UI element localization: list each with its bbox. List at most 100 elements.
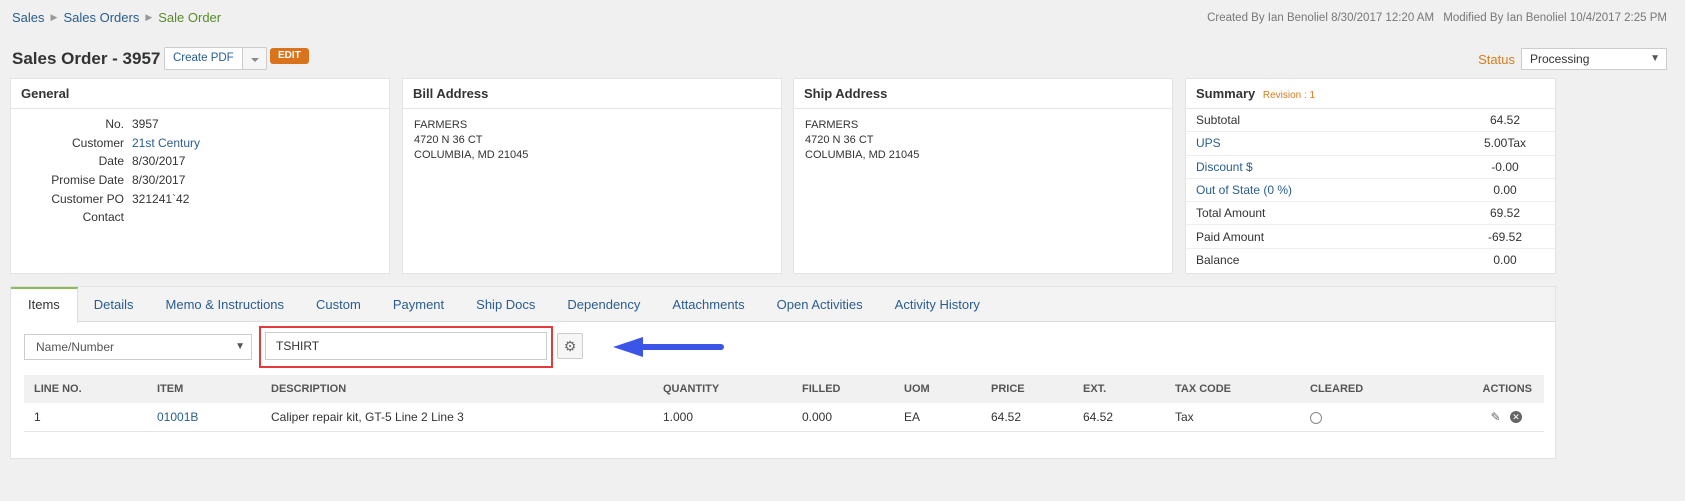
status-value: Processing xyxy=(1530,52,1590,66)
cell-ext: 64.52 xyxy=(1073,403,1165,432)
summary-panel: Summary Revision : 1 Subtotal 64.52 UPS … xyxy=(1185,78,1556,274)
table-row: 1 01001B Caliper repair kit, GT-5 Line 2… xyxy=(24,403,1544,432)
breadcrumb-sales-orders[interactable]: Sales Orders xyxy=(63,10,139,25)
name-number-select[interactable]: Name/Number ▼ xyxy=(24,334,252,360)
column-header: ACTIONS xyxy=(1450,375,1544,403)
gear-icon[interactable]: ⚙ xyxy=(557,333,583,359)
bill-address-panel: Bill Address FARMERS 4720 N 36 CT COLUMB… xyxy=(402,78,782,274)
tab-ship-docs[interactable]: Ship Docs xyxy=(460,287,551,322)
tab-items[interactable]: Items xyxy=(11,287,78,323)
summary-label: Subtotal xyxy=(1196,113,1241,128)
cell-price: 64.52 xyxy=(981,403,1073,432)
tab-details[interactable]: Details xyxy=(78,287,150,322)
tab-activity-history[interactable]: Activity History xyxy=(879,287,996,322)
summary-value: -69.52 xyxy=(1487,229,1523,244)
chevron-down-icon: ▼ xyxy=(235,341,245,352)
status-label: Status xyxy=(1478,51,1515,67)
ship-address-line: FARMERS xyxy=(805,119,859,131)
general-field-customer-po: Customer PO 321241`42 xyxy=(22,189,378,208)
title-row: Sales Order - 3957 Create PDF EDIT Statu… xyxy=(12,47,1667,71)
summary-label: Balance xyxy=(1196,253,1240,268)
field-value: 8/30/2017 xyxy=(132,173,186,188)
bill-address-line: FARMERS xyxy=(414,119,468,131)
tab-payment[interactable]: Payment xyxy=(377,287,460,322)
item-link[interactable]: 01001B xyxy=(147,403,261,432)
summary-label: Paid Amount xyxy=(1196,229,1265,244)
general-field-contact: Contact xyxy=(22,208,378,227)
tab-memo-instructions[interactable]: Memo & Instructions xyxy=(150,287,301,322)
filter-row: Name/Number ▼ ⚙ xyxy=(24,326,1545,368)
cell-uom: EA xyxy=(894,403,981,432)
column-header: ITEM xyxy=(147,375,261,403)
summary-value: 69.52 xyxy=(1489,206,1521,221)
table-header-row: LINE NO. ITEM DESCRIPTION QUANTITY FILLE… xyxy=(24,375,1544,403)
tab-attachments[interactable]: Attachments xyxy=(656,287,760,322)
discount-link[interactable]: Discount $ xyxy=(1196,160,1465,174)
tax-link[interactable]: Out of State (0 %) xyxy=(1196,183,1465,197)
customer-link[interactable]: 21st Century xyxy=(132,136,200,150)
tab-open-activities[interactable]: Open Activities xyxy=(761,287,879,322)
create-pdf-group: Create PDF xyxy=(164,47,267,70)
cleared-radio[interactable] xyxy=(1310,411,1322,424)
summary-row-subtotal: Subtotal 64.52 xyxy=(1186,109,1555,133)
bill-address-line: 4720 N 36 CT xyxy=(414,134,483,146)
summary-row-discount: Discount $ -0.00 xyxy=(1186,156,1555,179)
summary-label: Total Amount xyxy=(1196,206,1266,221)
column-header: TAX CODE xyxy=(1165,375,1300,403)
items-table: LINE NO. ITEM DESCRIPTION QUANTITY FILLE… xyxy=(24,375,1544,432)
summary-title: Summary Revision : 1 xyxy=(1186,79,1555,109)
ship-address-panel: Ship Address FARMERS 4720 N 36 CT COLUMB… xyxy=(793,78,1173,274)
column-header: DESCRIPTION xyxy=(261,375,653,403)
general-field-date: Date 8/30/2017 xyxy=(22,152,378,171)
ship-address-line: COLUMBIA, MD 21045 xyxy=(805,149,920,161)
summary-row-balance: Balance 0.00 xyxy=(1186,249,1555,272)
breadcrumb-separator-icon: ▶ xyxy=(50,12,58,22)
name-number-value: Name/Number xyxy=(36,340,115,354)
edit-icon[interactable]: ✎ xyxy=(1491,410,1501,424)
field-label: No. xyxy=(105,117,124,132)
general-panel-title: General xyxy=(11,79,389,109)
cell-quantity: 1.000 xyxy=(653,403,792,432)
create-pdf-button[interactable]: Create PDF xyxy=(164,47,243,70)
field-label: Customer xyxy=(71,135,124,150)
status-select[interactable]: Processing ▼ xyxy=(1521,48,1667,70)
created-by: Created By Ian Benoliel 8/30/2017 12:20 … xyxy=(1207,12,1435,24)
field-label: Promise Date xyxy=(51,173,124,188)
general-panel: General No. 3957 Customer 21st Century D… xyxy=(10,78,390,274)
tab-dependency[interactable]: Dependency xyxy=(551,287,656,322)
record-meta: Created By Ian Benoliel 8/30/2017 12:20 … xyxy=(1207,12,1667,24)
ups-link[interactable]: UPS xyxy=(1196,136,1465,150)
cell-filled: 0.000 xyxy=(792,403,894,432)
breadcrumb-sales[interactable]: Sales xyxy=(12,10,45,25)
summary-row-ups: UPS 5.00Tax xyxy=(1186,132,1555,156)
cell-tax-code: Tax xyxy=(1165,403,1300,432)
tab-bar: Items Details Memo & Instructions Custom… xyxy=(11,287,1555,323)
page-title: Sales Order - 3957 xyxy=(12,49,161,68)
summary-row-paid: Paid Amount -69.52 xyxy=(1186,225,1555,249)
tab-custom[interactable]: Custom xyxy=(300,287,377,322)
field-value: 3957 xyxy=(132,117,159,132)
summary-value: -0.00 xyxy=(1491,159,1519,174)
column-header: PRICE xyxy=(981,375,1073,403)
item-search-input[interactable] xyxy=(265,332,547,360)
arrow-left-icon xyxy=(613,337,724,357)
cell-actions: ✎ ✕ xyxy=(1450,403,1544,432)
delete-icon[interactable]: ✕ xyxy=(1510,411,1522,424)
field-value: 321241`42 xyxy=(132,191,190,206)
edit-button[interactable]: EDIT xyxy=(270,48,309,64)
field-value: 8/30/2017 xyxy=(132,154,186,169)
modified-by: Modified By Ian Benoliel 10/4/2017 2:25 … xyxy=(1443,12,1667,24)
summary-row-total: Total Amount 69.52 xyxy=(1186,202,1555,226)
revision-badge: Revision : 1 xyxy=(1262,90,1316,101)
summary-value: 64.52 xyxy=(1489,113,1521,128)
field-label: Contact xyxy=(82,210,124,225)
field-label: Customer PO xyxy=(51,191,124,206)
column-header: QUANTITY xyxy=(653,375,792,403)
general-field-customer: Customer 21st Century xyxy=(22,134,378,153)
summary-row-tax: Out of State (0 %) 0.00 xyxy=(1186,179,1555,203)
create-pdf-dropdown-icon[interactable] xyxy=(242,47,267,70)
field-label: Date xyxy=(98,154,124,169)
summary-value: 5.00Tax xyxy=(1483,136,1527,151)
cell-cleared xyxy=(1300,403,1450,432)
cell-description: Caliper repair kit, GT-5 Line 2 Line 3 xyxy=(261,403,653,432)
